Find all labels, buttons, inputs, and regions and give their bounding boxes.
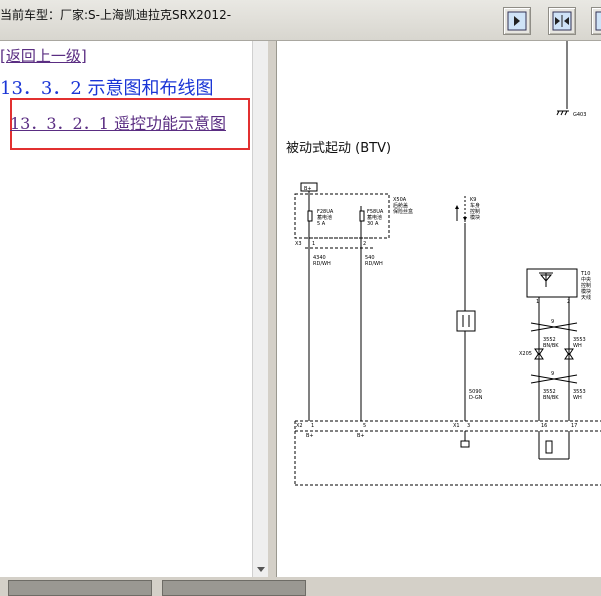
- ground-label: G403: [573, 112, 586, 118]
- resistor-icon: [545, 440, 553, 454]
- svg-text:保险丝盒: 保险丝盒: [393, 208, 413, 215]
- svg-text:车身: 车身: [470, 202, 480, 209]
- ground-symbol: [556, 110, 569, 116]
- scroll-down-arrow[interactable]: [253, 561, 269, 577]
- title-bar: 当前车型：厂家:S-上海凯迪拉克SRX2012-: [0, 0, 601, 41]
- svg-text:中央: 中央: [581, 276, 591, 283]
- bottom-bar: [0, 577, 601, 596]
- svg-text:B+: B+: [357, 433, 365, 439]
- svg-text:控制: 控制: [470, 208, 480, 215]
- svg-text:3: 3: [467, 423, 470, 429]
- bottom-tab-2[interactable]: [162, 580, 306, 596]
- diode-icon: [460, 440, 470, 448]
- signal-icon: [456, 310, 476, 332]
- svg-text:1: 1: [311, 423, 314, 429]
- k9-module: K9 车身 控制 模块: [455, 196, 480, 223]
- frame-collapse-button[interactable]: [548, 7, 576, 35]
- svg-text:BN/BK: BN/BK: [543, 395, 559, 401]
- svg-text:模块: 模块: [581, 288, 591, 295]
- battery-source-icon: B+: [300, 182, 318, 192]
- fuse-2: [359, 210, 365, 222]
- scroll-up-arrow[interactable]: [253, 41, 269, 57]
- navigation-pane: [返回上一级] 13．3．2 示意图和布线图 13．3．2．1 遥控功能示意图: [0, 41, 252, 577]
- svg-text:天线: 天线: [581, 294, 591, 301]
- svg-text:X205: X205: [519, 351, 532, 357]
- bottom-tab-1[interactable]: [8, 580, 152, 596]
- svg-text:5: 5: [363, 423, 366, 429]
- diagram-pane: 被动式起动 (BTV) G403 B+ X50A 后舱盖 保险丝盒 F28UA …: [277, 41, 601, 577]
- b-plus-label: B+: [304, 186, 312, 192]
- svg-text:17: 17: [571, 423, 577, 429]
- svg-text:16: 16: [541, 423, 547, 429]
- svg-text:5 A: 5 A: [317, 221, 326, 227]
- svg-text:9: 9: [551, 319, 554, 325]
- svg-text:WH: WH: [573, 395, 582, 401]
- svg-text:后舱盖: 后舱盖: [393, 202, 408, 209]
- svg-text:2: 2: [363, 241, 366, 247]
- svg-text:控制: 控制: [581, 282, 591, 289]
- frame-divider[interactable]: [268, 41, 277, 577]
- svg-text:BN/BK: BN/BK: [543, 343, 559, 349]
- svg-text:RD/WH: RD/WH: [365, 261, 383, 267]
- svg-text:X1: X1: [453, 423, 460, 429]
- fuse-1: [307, 210, 313, 222]
- svg-text:30 A: 30 A: [367, 221, 379, 227]
- window-title: 当前车型：厂家:S-上海凯迪拉克SRX2012-: [0, 8, 232, 22]
- svg-text:X3: X3: [295, 241, 302, 247]
- svg-text:蓄电池: 蓄电池: [317, 214, 332, 221]
- svg-text:B+: B+: [306, 433, 314, 439]
- svg-text:X2: X2: [296, 423, 303, 429]
- svg-text:WH: WH: [573, 343, 582, 349]
- svg-text:RD/WH: RD/WH: [313, 261, 331, 267]
- wiring-diagram: G403 B+ X50A 后舱盖 保险丝盒 F28UA 蓄电池 5 A F58U…: [294, 41, 601, 486]
- svg-text:D-GN: D-GN: [469, 395, 483, 401]
- frame-expand-button[interactable]: [591, 7, 601, 35]
- svg-text:蓄电池: 蓄电池: [367, 214, 382, 221]
- t10-module: T10 中央 控制 模块 天线: [526, 268, 591, 301]
- svg-text:9: 9: [551, 371, 554, 377]
- frame-right-button[interactable]: [503, 7, 531, 35]
- svg-text:模块: 模块: [470, 214, 480, 221]
- svg-text:1: 1: [312, 241, 315, 247]
- back-link[interactable]: [返回上一级]: [0, 45, 87, 66]
- section-title: 13．3．2 示意图和布线图: [0, 78, 214, 99]
- subsection-link[interactable]: 13．3．2．1 遥控功能示意图: [10, 110, 226, 134]
- vertical-scrollbar[interactable]: [252, 41, 269, 577]
